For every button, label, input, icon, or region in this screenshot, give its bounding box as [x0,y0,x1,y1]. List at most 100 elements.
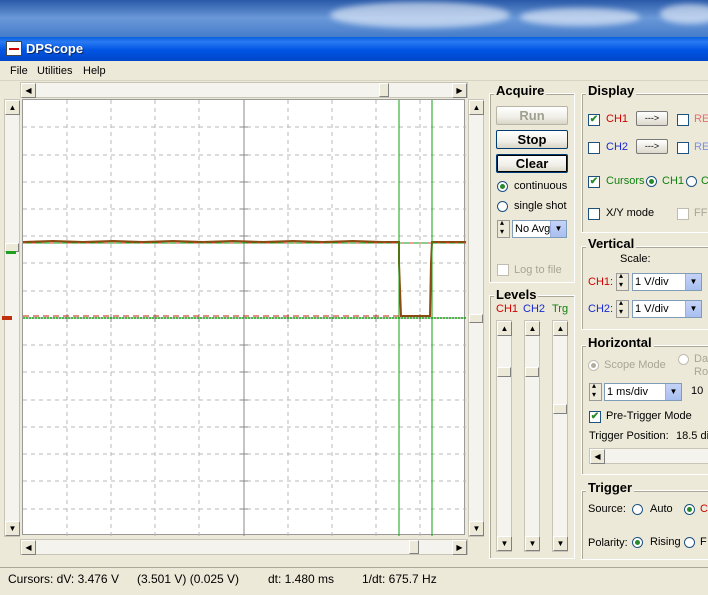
polarity-rising-label: Rising [650,536,681,548]
scroll-up-arrow-icon[interactable]: ▲ [469,100,484,115]
bottom-scroll-thumb[interactable] [409,540,419,554]
cursor-ch1-radio[interactable] [646,176,657,187]
averaging-spinner[interactable] [497,218,510,238]
averaging-select[interactable]: No Avg ▼ [512,220,567,238]
right-vscrollbar[interactable]: ▲ ▼ [468,99,484,537]
ref-b-checkbox[interactable] [677,142,689,154]
timebase-select[interactable]: 1 ms/div ▼ [604,383,682,401]
desktop-background [0,0,708,40]
status-dt: dt: 1.480 ms [268,572,335,586]
ch1-level-thumb[interactable] [497,367,511,377]
polarity-rising-radio[interactable] [632,537,643,548]
cursor-c-radio[interactable] [686,176,697,187]
slider-up-arrow-icon[interactable]: ▲ [497,321,512,336]
slider-down-arrow-icon[interactable]: ▼ [525,536,540,551]
data-mode-radio[interactable] [678,354,689,365]
polarity-label: Polarity: [588,537,628,549]
ch2-level-slider[interactable]: ▲ ▼ [524,320,540,552]
trigger-position-slider[interactable]: ◀ [589,448,708,464]
pretrigger-label: Pre-Trigger Mode [606,410,692,422]
vertical-scale-label: Scale: [620,253,651,265]
scroll-right-arrow-icon[interactable]: ▶ [452,540,467,555]
ch1-scale-select[interactable]: 1 V/div ▼ [632,273,702,291]
ch1-level-slider[interactable]: ▲ ▼ [496,320,512,552]
scope-display[interactable] [22,99,466,536]
status-cursors: Cursors: dV: 3.476 V [8,572,119,586]
ref-b-label: RE [694,141,708,153]
averaging-value: No Avg [515,223,551,235]
log-to-file-checkbox[interactable] [497,264,509,276]
ff-checkbox[interactable] [677,208,689,220]
single-shot-label: single shot [514,200,567,212]
title-bar[interactable]: DPScope [0,37,708,61]
ch1-ref-button[interactable]: ---> [636,111,668,126]
status-voltage-pair: (3.501 V) (0.025 V) [137,572,240,586]
levels-title: Levels [494,287,539,302]
display-ch2-checkbox[interactable] [588,142,600,154]
scroll-left-arrow-icon[interactable]: ◀ [21,540,36,555]
right-scroll-thumb[interactable] [469,314,483,323]
ref-a-label: RE [694,113,708,125]
display-ch1-label: CH1 [606,113,629,125]
ch2-scale-spinner[interactable] [616,298,629,318]
ch2-marker [6,251,16,254]
cursors-checkbox[interactable]: ✔ [588,176,600,188]
menu-utilities[interactable]: Utilities [37,65,72,77]
slider-up-arrow-icon[interactable]: ▲ [525,321,540,336]
levels-ch2-label: CH2 [523,303,546,315]
clear-button[interactable]: Clear [496,154,568,173]
slider-down-arrow-icon[interactable]: ▼ [553,536,568,551]
top-scroll-thumb[interactable] [379,83,389,97]
chevron-down-icon: ▼ [685,301,701,317]
acquire-title: Acquire [494,83,547,98]
slider-down-arrow-icon[interactable]: ▼ [497,536,512,551]
stop-button[interactable]: Stop [496,130,568,149]
source-other-label: C [700,503,708,515]
ch2-level-thumb[interactable] [525,367,539,377]
desktop-cloud [330,2,510,28]
data-mode-label-b: Ro [694,366,708,378]
trigger-title: Trigger [586,480,635,495]
continuous-radio[interactable] [497,181,508,192]
pretrigger-checkbox[interactable]: ✔ [589,411,601,423]
scope-mode-label: Scope Mode [604,359,666,371]
slider-up-arrow-icon[interactable]: ▲ [553,321,568,336]
scroll-up-arrow-icon[interactable]: ▲ [5,100,20,115]
desktop-cloud [660,4,708,24]
polarity-falling-radio[interactable] [684,537,695,548]
ch1-marker [2,316,12,320]
scroll-down-arrow-icon[interactable]: ▼ [5,521,20,536]
horizontal-title: Horizontal [586,335,654,350]
display-ch1-checkbox[interactable]: ✔ [588,114,600,126]
ff-label: FF [694,207,708,219]
ch2-scale-select[interactable]: 1 V/div ▼ [632,300,702,318]
run-button[interactable]: Run [496,106,568,125]
top-hscrollbar[interactable]: ◀ ▶ [20,82,468,98]
menu-help[interactable]: Help [83,65,106,77]
app-icon [6,41,22,56]
scroll-right-arrow-icon[interactable]: ▶ [452,83,467,98]
menu-file[interactable]: File [10,65,28,77]
source-auto-label: Auto [650,503,673,515]
scope-mode-radio[interactable] [588,360,599,371]
display-title: Display [586,83,637,98]
vertical-ch1-label: CH1: [588,276,614,288]
vertical-title: Vertical [586,236,637,251]
cursors-label: Cursors [606,175,645,187]
scroll-left-arrow-icon[interactable]: ◀ [21,83,36,98]
ref-a-checkbox[interactable] [677,114,689,126]
ch1-scale-spinner[interactable] [616,271,629,291]
bottom-hscrollbar[interactable]: ◀ ▶ [20,539,468,555]
timebase-spinner[interactable] [589,381,602,401]
trigger-group [581,490,708,560]
chevron-down-icon: ▼ [685,274,701,290]
scroll-down-arrow-icon[interactable]: ▼ [469,521,484,536]
trigger-level-thumb[interactable] [553,404,567,414]
ch2-ref-button[interactable]: ---> [636,139,668,154]
scroll-left-arrow-icon[interactable]: ◀ [590,449,605,464]
source-auto-radio[interactable] [632,504,643,515]
xy-mode-checkbox[interactable] [588,208,600,220]
trigger-level-slider[interactable]: ▲ ▼ [552,320,568,552]
single-shot-radio[interactable] [497,201,508,212]
source-other-radio[interactable] [684,504,695,515]
